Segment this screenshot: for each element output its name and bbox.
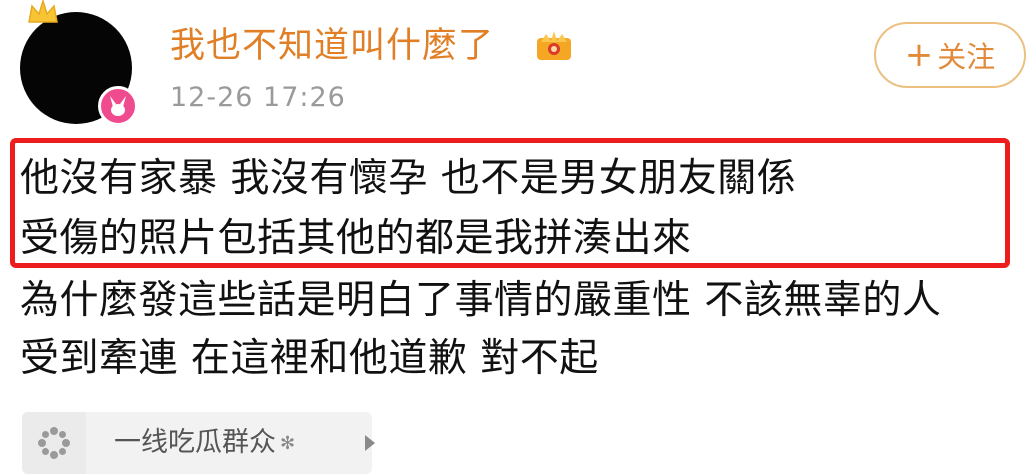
post-text-line: 為什麼發這些話是明白了事情的嚴重性 不該無辜的人 [20, 278, 942, 323]
topic-symbol: ✻ [280, 432, 296, 454]
highlighted-text-line: 他沒有家暴 我沒有懷孕 也不是男女朋友關係 [20, 156, 797, 201]
post-text-line: 受到牽連 在這裡和他道歉 對不起 [20, 336, 599, 381]
crown-icon [28, 0, 58, 23]
play-arrow-icon [365, 435, 375, 451]
topic-icon-area [22, 412, 86, 474]
topic-label-wrap: 一线吃瓜群众 ✻ [114, 424, 295, 463]
plus-icon: + [904, 35, 934, 75]
bunny-badge-icon [98, 86, 138, 126]
user-avatar-area[interactable] [16, 0, 156, 130]
post-timestamp: 12-26 17:26 [170, 82, 346, 113]
flower-icon [38, 427, 70, 459]
vip-crown-icon [537, 31, 571, 60]
follow-button[interactable]: + 关注 [874, 22, 1026, 88]
topic-label: 一线吃瓜群众 [114, 427, 276, 458]
username[interactable]: 我也不知道叫什麼了 [170, 22, 494, 70]
highlighted-text-line: 受傷的照片包括其他的都是我拼湊出來 [20, 216, 692, 261]
topic-tag[interactable]: 一线吃瓜群众 ✻ [22, 412, 375, 474]
follow-label: 关注 [937, 40, 996, 74]
